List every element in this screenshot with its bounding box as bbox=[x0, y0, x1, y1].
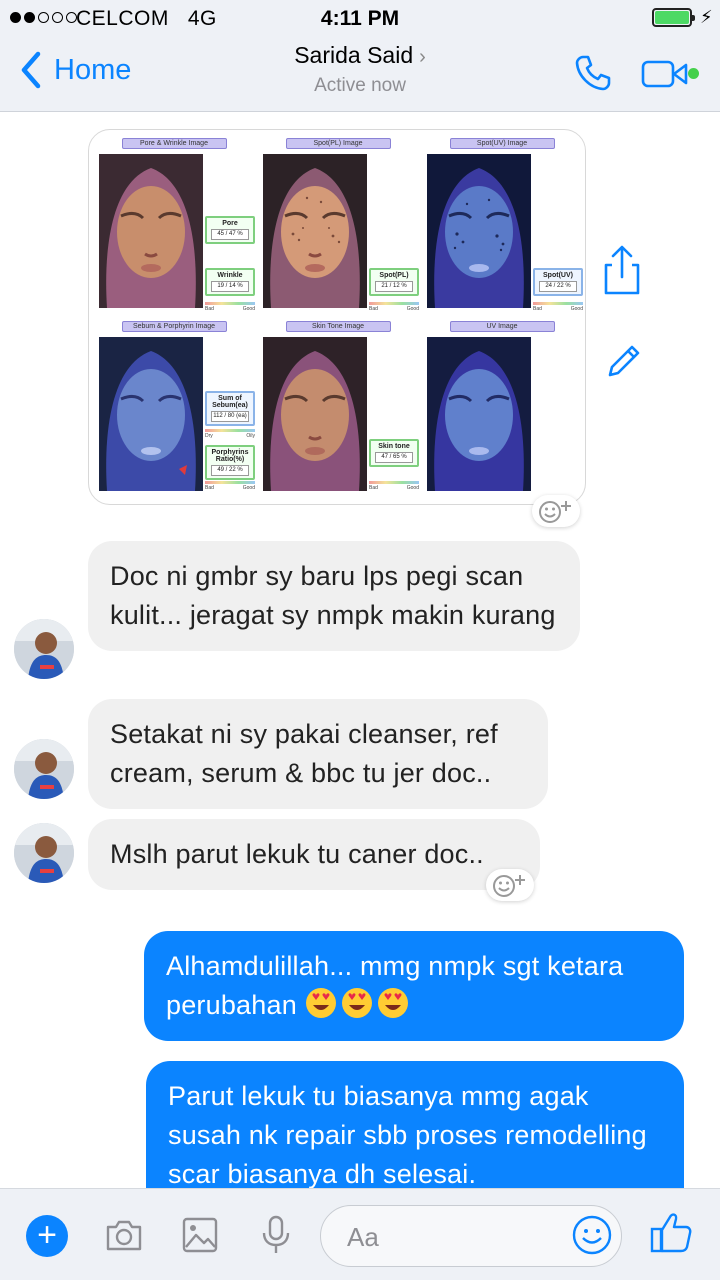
add-reaction-button[interactable] bbox=[486, 869, 534, 901]
add-reaction-icon bbox=[539, 501, 571, 523]
add-button[interactable]: + bbox=[26, 1215, 68, 1257]
face-photo bbox=[263, 154, 367, 308]
online-indicator bbox=[688, 68, 699, 79]
scan-panel-title: Pore & Wrinkle Image bbox=[121, 138, 227, 149]
outgoing-message[interactable]: Parut lekuk tu biasanya mmg agak susah n… bbox=[146, 1061, 684, 1188]
score-meter-labels: Bad Good bbox=[369, 306, 419, 312]
face-photo bbox=[427, 337, 531, 491]
contact-name: Sarida Said bbox=[294, 42, 414, 68]
sebum-metric: Sum of Sebum(ea) 112 / 80 (ea) bbox=[205, 391, 255, 426]
chevron-right-icon: › bbox=[419, 46, 426, 68]
microphone-icon[interactable] bbox=[254, 1213, 298, 1257]
pencil-icon[interactable] bbox=[602, 341, 644, 383]
wrinkle-metric: Wrinkle 19 / 14 % bbox=[205, 268, 255, 296]
thumbs-up-icon[interactable] bbox=[648, 1209, 694, 1255]
scan-report-grid: Pore & Wrinkle Image Pore 45 / 47 % Wrin… bbox=[97, 138, 583, 498]
score-meter-labels: Dry Oily bbox=[205, 433, 255, 439]
scan-panel: UV Image bbox=[425, 321, 579, 498]
avatar[interactable] bbox=[14, 739, 74, 799]
score-meter bbox=[369, 481, 419, 484]
incoming-message[interactable]: Mslh parut lekuk tu caner doc.. bbox=[88, 819, 540, 890]
image-icon[interactable] bbox=[178, 1213, 222, 1257]
score-meter bbox=[205, 429, 255, 432]
outgoing-message[interactable]: Alhamdulillah... mmg nmpk sgt ketara per… bbox=[144, 931, 684, 1041]
incoming-message[interactable]: Doc ni gmbr sy baru lps pegi scan kulit.… bbox=[88, 541, 580, 651]
score-meter-labels: Bad Good bbox=[533, 306, 583, 312]
scan-panel: Sebum & Porphyrin Image Sum of Sebum(ea)… bbox=[97, 321, 255, 498]
camera-icon[interactable] bbox=[102, 1213, 146, 1257]
score-meter bbox=[369, 302, 419, 305]
pore-metric: Pore 45 / 47 % bbox=[205, 216, 255, 244]
heart-eyes-emoji bbox=[305, 988, 413, 1020]
avatar[interactable] bbox=[14, 823, 74, 883]
face-photo bbox=[99, 154, 203, 308]
scan-panel-title: Sebum & Porphyrin Image bbox=[121, 321, 227, 332]
add-reaction-button[interactable] bbox=[532, 495, 580, 527]
score-meter-labels: Bad Good bbox=[205, 306, 255, 312]
face-photo bbox=[263, 337, 367, 491]
score-meter-labels: Bad Good bbox=[369, 485, 419, 491]
skin-tone-metric: Skin tone 47 / 65 % bbox=[369, 439, 419, 467]
plus-icon: + bbox=[37, 1216, 57, 1254]
score-meter bbox=[533, 302, 583, 305]
scan-panel-title: UV Image bbox=[449, 321, 555, 332]
score-meter-labels: Bad Good bbox=[205, 485, 255, 491]
porphyrin-metric: Porphyrins Ratio(%) 49 / 22 % bbox=[205, 445, 255, 480]
emoji-icon[interactable] bbox=[570, 1213, 614, 1257]
score-meter bbox=[205, 481, 255, 484]
charging-icon: ⚡ bbox=[700, 7, 713, 27]
incoming-message[interactable]: Setakat ni sy pakai cleanser, ref cream,… bbox=[88, 699, 548, 809]
scan-panel-title: Spot(PL) Image bbox=[285, 138, 391, 149]
share-icon[interactable] bbox=[600, 243, 644, 297]
skin-scan-image-message[interactable]: Pore & Wrinkle Image Pore 45 / 47 % Wrin… bbox=[88, 129, 586, 505]
score-meter bbox=[205, 302, 255, 305]
scan-panel-title: Skin Tone Image bbox=[285, 321, 391, 332]
phone-icon[interactable] bbox=[572, 52, 614, 94]
message-input[interactable] bbox=[347, 1220, 567, 1254]
status-time: 4:11 PM bbox=[320, 7, 400, 30]
scan-panel: Spot(PL) Image Spot(PL) 21 / 12 % Bad Goo… bbox=[261, 138, 419, 315]
face-photo bbox=[99, 337, 203, 491]
message-composer: + bbox=[0, 1188, 720, 1280]
status-bar: CELCOM 4G 4:11 PM ⚡ bbox=[0, 0, 720, 36]
conversation-header: Home Sarida Said › Active now bbox=[0, 36, 720, 112]
battery-icon bbox=[652, 8, 695, 27]
scan-panel: Skin Tone Image Skin tone 47 / 65 % Bad G… bbox=[261, 321, 419, 498]
scan-panel: Spot(UV) Image Spot(UV) 24 / 22 % Bad Goo… bbox=[425, 138, 583, 315]
message-list[interactable]: Pore & Wrinkle Image Pore 45 / 47 % Wrin… bbox=[0, 113, 720, 1188]
add-reaction-icon bbox=[493, 875, 525, 897]
spot-pl-metric: Spot(PL) 21 / 12 % bbox=[369, 268, 419, 296]
spot-uv-metric: Spot(UV) 24 / 22 % bbox=[533, 268, 583, 296]
scan-panel: Pore & Wrinkle Image Pore 45 / 47 % Wrin… bbox=[97, 138, 255, 315]
avatar[interactable] bbox=[14, 619, 74, 679]
scan-panel-title: Spot(UV) Image bbox=[449, 138, 555, 149]
face-photo bbox=[427, 154, 531, 308]
